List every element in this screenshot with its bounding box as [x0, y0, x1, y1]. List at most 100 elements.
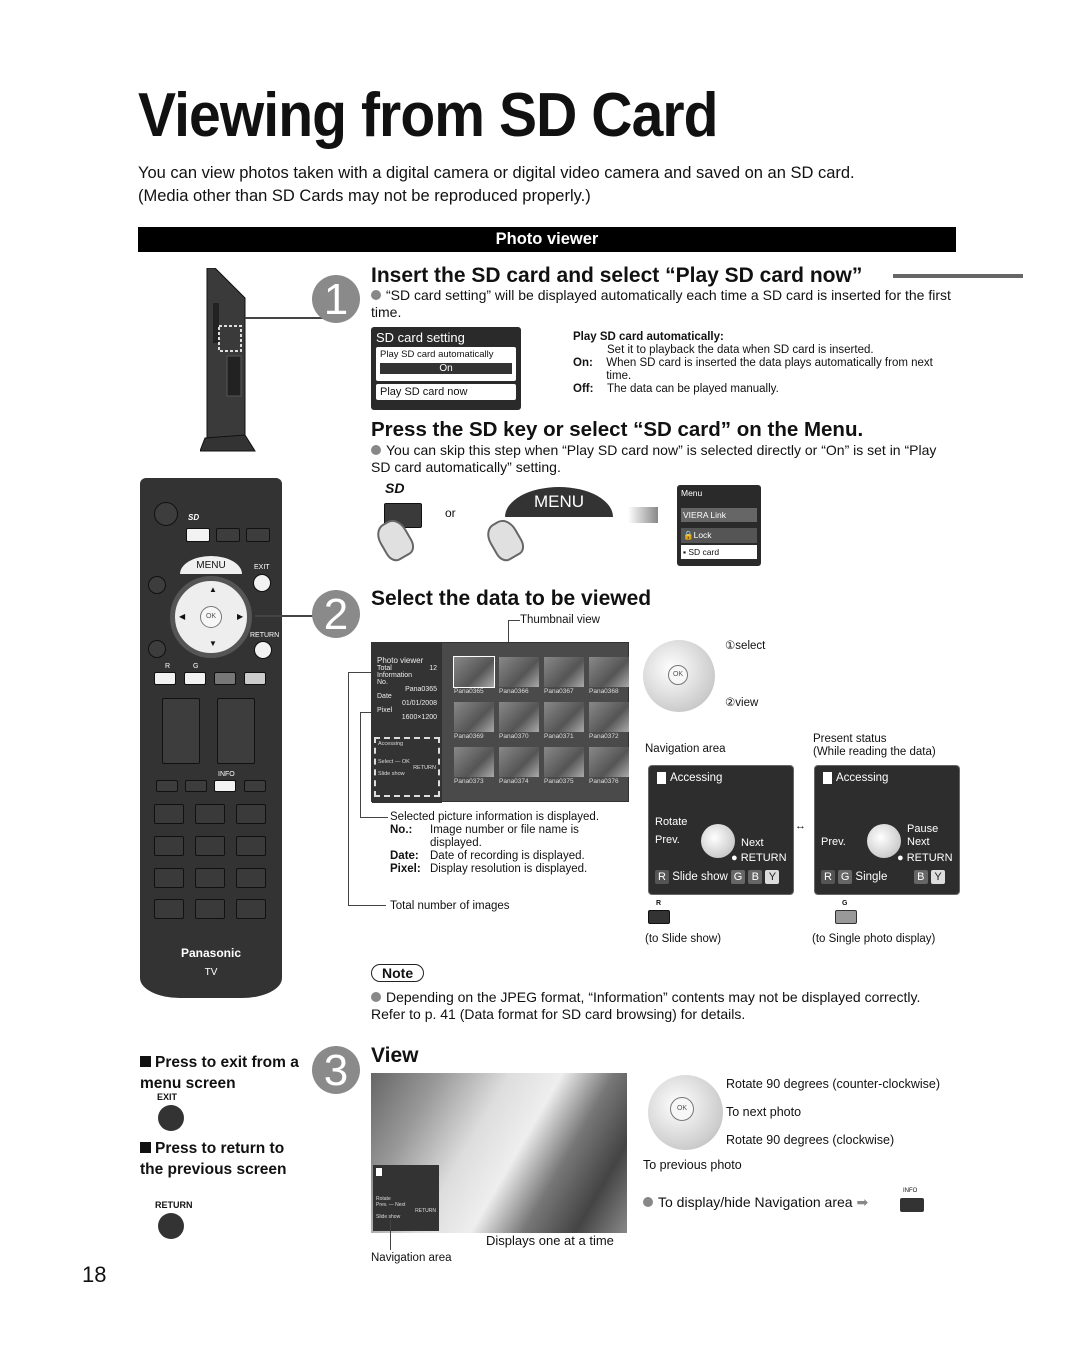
document-icon	[657, 772, 666, 784]
green-key[interactable]: G	[838, 870, 853, 884]
viewer-total-value: 12	[429, 665, 437, 672]
thumbnail-image[interactable]	[499, 747, 539, 777]
info-button-illustration[interactable]	[900, 1198, 924, 1212]
remote-red-button[interactable]	[154, 672, 176, 685]
yellow-key[interactable]: Y	[765, 870, 780, 884]
dpad-down-icon[interactable]: ▼	[209, 639, 217, 648]
remote-button[interactable]	[244, 780, 266, 792]
thumbnail-image[interactable]	[499, 657, 539, 687]
remote-number-button[interactable]	[195, 804, 225, 824]
or-label: or	[445, 506, 456, 520]
red-button-illustration[interactable]	[648, 910, 670, 924]
thumbnail-image[interactable]	[589, 702, 629, 732]
remote-r-label: R	[165, 663, 171, 670]
dpad-up-icon[interactable]: ▲	[209, 585, 217, 594]
thumbnail-image[interactable]	[589, 747, 629, 777]
remote-yellow-button[interactable]	[244, 672, 266, 685]
remote-channel-rocker[interactable]	[217, 698, 255, 764]
yellow-key[interactable]: Y	[930, 870, 945, 884]
remote-number-button[interactable]	[154, 836, 184, 856]
step-1-badge: 1	[312, 275, 360, 324]
thumbnail-label: Pana0374	[499, 778, 529, 785]
nav-panel-single: Accessing Pause Prev. Next ● RETURN R G …	[814, 765, 960, 895]
thumbnail-image[interactable]	[454, 702, 494, 732]
remote-button[interactable]	[216, 528, 240, 542]
remote-number-button[interactable]	[154, 899, 184, 919]
remote-blue-button[interactable]	[214, 672, 236, 685]
remote-sd-button[interactable]	[186, 528, 210, 542]
step-1-bullet-text: “SD card setting” will be displayed auto…	[371, 287, 951, 320]
thumbnail-view-label: Thumbnail view	[520, 614, 600, 626]
thumbnail-label: Pana0375	[544, 778, 574, 785]
viewer-navigation-area: Accessing Select — OK RETURN Slide show	[374, 737, 440, 797]
page-number: 18	[82, 1262, 107, 1287]
sdhc-logo-icon: SD	[385, 480, 405, 496]
nav-return-label: ● RETURN	[897, 852, 953, 864]
dpad-right-icon[interactable]: ▶	[237, 612, 243, 621]
remote-power-button[interactable]	[154, 502, 178, 526]
thumbnail-image[interactable]	[544, 747, 584, 777]
up-desc: Rotate 90 degrees (counter-clockwise)	[726, 1077, 940, 1091]
thumbnail-image[interactable]	[589, 657, 629, 687]
select-dial-icon: OK	[643, 640, 715, 712]
remote-return-button[interactable]	[254, 641, 272, 659]
thumbnail-image[interactable]	[544, 702, 584, 732]
viewer-pixel-value: 1600×1200	[401, 714, 437, 721]
play-sd-card-now-option[interactable]: Play SD card now	[376, 384, 516, 400]
thumbnail-label: Pana0376	[589, 778, 619, 785]
remote-number-button[interactable]	[236, 836, 266, 856]
remote-number-button[interactable]	[154, 868, 184, 888]
remote-volume-rocker[interactable]	[162, 698, 200, 764]
remote-dpad[interactable]: ▲ ▼ ◀ ▶ OK	[170, 576, 252, 658]
pixel-desc: Display resolution is displayed.	[430, 863, 588, 875]
r-key-label: R	[656, 900, 662, 907]
hand-press-icon	[482, 515, 528, 565]
remote-exit-button[interactable]	[253, 574, 271, 592]
thumbnail-image[interactable]	[499, 702, 539, 732]
remote-number-button[interactable]	[195, 836, 225, 856]
remote-button[interactable]	[246, 528, 270, 542]
remote-number-button[interactable]	[236, 899, 266, 919]
menu-key-button[interactable]: MENU	[505, 487, 613, 517]
osd-row-auto[interactable]: Play SD card automatically On	[376, 347, 516, 381]
remote-number-button[interactable]	[236, 868, 266, 888]
remote-number-button[interactable]	[154, 804, 184, 824]
green-button-illustration[interactable]	[835, 910, 857, 924]
dpad-left-icon[interactable]: ◀	[179, 612, 185, 621]
red-key[interactable]: R	[821, 870, 835, 884]
remote-info-button[interactable]	[214, 780, 236, 792]
nav-key-row: R Slide show G B Y	[655, 870, 780, 884]
remote-ok-button[interactable]: OK	[200, 606, 222, 628]
exit-note: Press to exit from a menu screen	[140, 1052, 310, 1094]
remote-number-button[interactable]	[195, 899, 225, 919]
red-key[interactable]: R	[655, 870, 669, 884]
exit-button-illustration[interactable]	[158, 1105, 184, 1131]
thumbnail-image[interactable]	[453, 656, 495, 688]
menu-item-lock[interactable]: 🔒Lock	[681, 528, 757, 543]
remote-button[interactable]	[156, 780, 178, 792]
osd-row-auto-value[interactable]: On	[380, 363, 512, 374]
blue-key[interactable]: B	[913, 870, 928, 884]
thumbnail-image[interactable]	[454, 747, 494, 777]
viewer-title: Photo viewer	[377, 656, 424, 665]
nav-return-label: ● RETURN	[731, 852, 787, 864]
callout-line	[348, 672, 349, 905]
dial-select-label: ①select	[725, 640, 766, 652]
viewer-info-label: Information	[377, 672, 413, 679]
menu-item-sd-card[interactable]: ▪ SD card	[681, 545, 757, 559]
blue-key[interactable]: B	[748, 870, 763, 884]
thumbnail-label: Pana0373	[454, 778, 484, 785]
nav-mode-label: Single	[855, 871, 888, 884]
thumbnail-image[interactable]	[544, 657, 584, 687]
remote-menu-button[interactable]: MENU	[180, 556, 242, 574]
green-key[interactable]: G	[731, 870, 746, 884]
menu-item-viera-link[interactable]: VIERA Link	[681, 508, 757, 522]
remote-button[interactable]	[148, 640, 166, 658]
remote-green-button[interactable]	[184, 672, 206, 685]
viewer-accessing: Accessing	[378, 741, 404, 747]
remote-number-button[interactable]	[195, 868, 225, 888]
remote-button[interactable]	[185, 780, 207, 792]
return-button-illustration[interactable]	[158, 1213, 184, 1239]
remote-button[interactable]	[148, 576, 166, 594]
remote-number-button[interactable]	[236, 804, 266, 824]
